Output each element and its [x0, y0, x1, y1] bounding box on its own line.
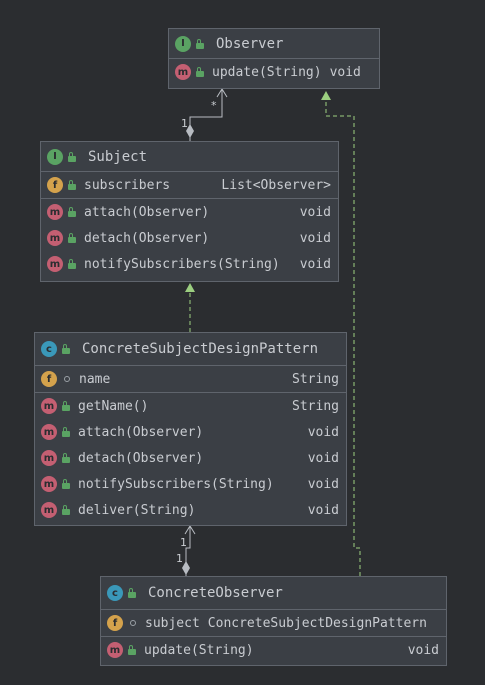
method-name: notifySubscribers(String) [84, 256, 280, 272]
field-icon: f [41, 371, 57, 387]
method-row[interactable]: m notifySubscribers(String) void [35, 471, 346, 497]
lock-icon [62, 479, 70, 489]
method-icon: m [41, 450, 57, 466]
lock-icon [62, 453, 70, 463]
method-icon: m [41, 424, 57, 440]
subject-interface-box[interactable]: I Subject f subscribers List<Observer> m… [40, 141, 339, 282]
lock-icon [62, 344, 70, 354]
methods-section: m getName() String m attach(Observer) vo… [35, 393, 346, 523]
class-header: c ConcreteObserver [101, 577, 446, 610]
field-type: List<Observer> [221, 177, 331, 193]
inheritance-arrowhead-subject [185, 283, 195, 292]
method-icon: m [41, 476, 57, 492]
lock-icon [128, 645, 136, 655]
lock-icon [62, 505, 70, 515]
method-row[interactable]: m detach(Observer) void [35, 445, 346, 471]
method-type: void [407, 642, 439, 658]
method-row[interactable]: m deliver(String) void [35, 497, 346, 523]
lock-icon [128, 588, 136, 598]
method-name: deliver(String) [78, 502, 196, 518]
interface-icon: I [175, 35, 191, 52]
method-icon: m [175, 64, 191, 80]
lock-icon [196, 38, 204, 49]
method-name: update(String) [212, 64, 322, 80]
method-type: void [299, 256, 331, 272]
lock-icon [68, 233, 76, 243]
field-name: name [79, 371, 111, 387]
class-header: c ConcreteSubjectDesignPattern [35, 333, 346, 366]
method-type: void [307, 502, 339, 518]
multiplicity-one: 1 [176, 552, 183, 565]
method-type: void [307, 450, 339, 466]
package-private-icon [130, 620, 136, 626]
method-row[interactable]: m getName() String [35, 393, 346, 419]
method-icon: m [41, 502, 57, 518]
method-type: void [329, 64, 361, 80]
field-name: subscribers [84, 177, 171, 193]
fields-section: f subscribers List<Observer> [41, 172, 338, 199]
method-name: getName() [78, 398, 149, 414]
class-icon: c [107, 585, 123, 601]
method-icon: m [47, 204, 63, 220]
lock-icon [68, 180, 76, 190]
class-title: Subject [88, 148, 148, 165]
class-icon: c [41, 341, 57, 357]
method-icon: m [41, 398, 57, 414]
fields-section: f subject ConcreteSubjectDesignPattern [101, 610, 446, 637]
method-icon: m [107, 642, 123, 658]
fields-section: f name String [35, 366, 346, 393]
method-type: void [299, 204, 331, 220]
lock-icon [68, 259, 76, 269]
class-title: Observer [216, 35, 284, 52]
field-type: String [292, 371, 339, 387]
methods-section: m update(String) void [169, 59, 379, 85]
lock-icon [62, 427, 70, 437]
observer-interface-box[interactable]: I Observer m update(String) void [168, 28, 380, 89]
interface-icon: I [47, 148, 63, 165]
multiplicity-many: * [211, 99, 217, 112]
method-name: detach(Observer) [84, 230, 210, 246]
lock-icon [62, 401, 70, 411]
methods-section: m attach(Observer) void m detach(Observe… [41, 199, 338, 277]
methods-section: m update(String) void [101, 637, 446, 663]
method-icon: m [47, 256, 63, 272]
method-row[interactable]: m update(String) void [169, 59, 379, 85]
field-row[interactable]: f subject ConcreteSubjectDesignPattern [101, 610, 446, 636]
field-name: subject [145, 615, 200, 631]
class-header: I Observer [169, 29, 379, 59]
method-type: void [307, 424, 339, 440]
method-row[interactable]: m detach(Observer) void [41, 225, 338, 251]
class-title: ConcreteObserver [148, 585, 283, 601]
composition-diamond-2 [182, 561, 190, 575]
field-type: ConcreteSubjectDesignPattern [207, 615, 427, 631]
field-row[interactable]: f name String [35, 366, 346, 392]
method-name: detach(Observer) [78, 450, 204, 466]
field-icon: f [47, 177, 63, 193]
field-row[interactable]: f subscribers List<Observer> [41, 172, 338, 198]
method-name: update(String) [144, 642, 254, 658]
multiplicity-one: 1 [180, 536, 187, 549]
class-header: I Subject [41, 142, 338, 172]
method-icon: m [47, 230, 63, 246]
method-name: notifySubscribers(String) [78, 476, 274, 492]
lock-icon [68, 151, 76, 162]
method-type: void [307, 476, 339, 492]
method-row[interactable]: m notifySubscribers(String) void [41, 251, 338, 277]
method-name: attach(Observer) [78, 424, 204, 440]
concrete-subject-class-box[interactable]: c ConcreteSubjectDesignPattern f name St… [34, 332, 347, 526]
method-name: attach(Observer) [84, 204, 210, 220]
concrete-observer-class-box[interactable]: c ConcreteObserver f subject ConcreteSub… [100, 576, 447, 666]
package-private-icon [64, 376, 70, 382]
class-title: ConcreteSubjectDesignPattern [82, 341, 319, 357]
lock-icon [68, 207, 76, 217]
inheritance-arrowhead-observer [321, 91, 331, 100]
method-row[interactable]: m attach(Observer) void [35, 419, 346, 445]
method-type: String [292, 398, 339, 414]
method-row[interactable]: m update(String) void [101, 637, 446, 663]
lock-icon [196, 67, 204, 77]
method-row[interactable]: m attach(Observer) void [41, 199, 338, 225]
method-type: void [299, 230, 331, 246]
multiplicity-one: 1 [181, 117, 188, 130]
field-icon: f [107, 615, 123, 631]
